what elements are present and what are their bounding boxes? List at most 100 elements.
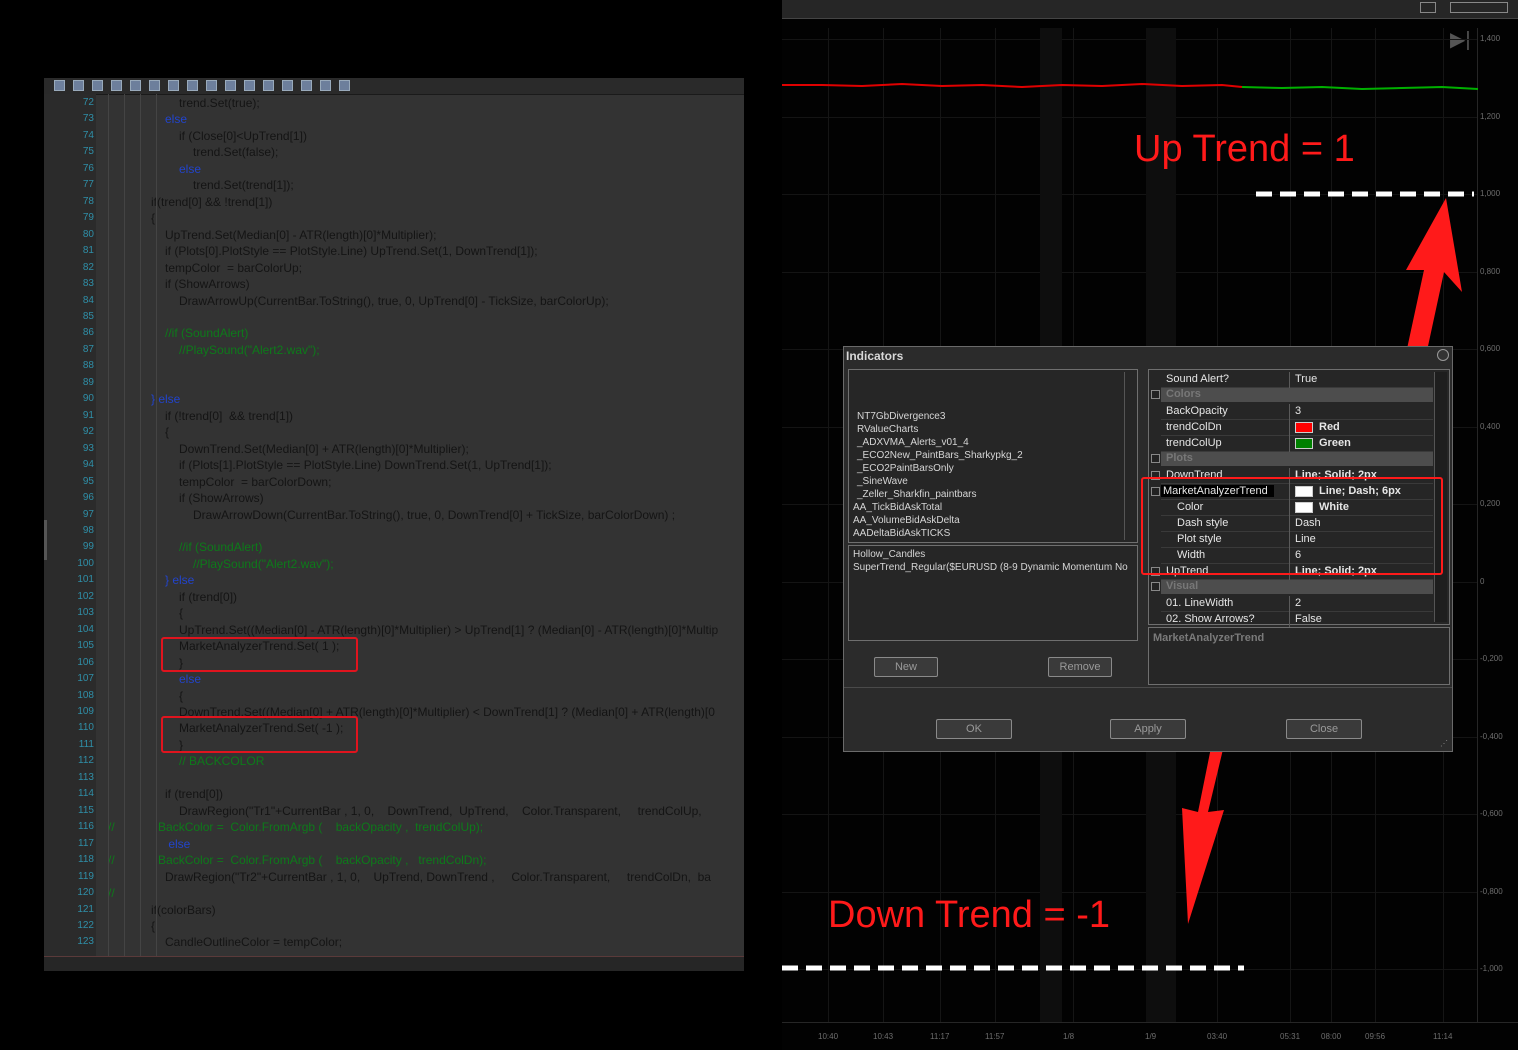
property-value[interactable]: True bbox=[1295, 373, 1317, 385]
find-replace-icon[interactable] bbox=[263, 80, 274, 91]
line-number: 122 bbox=[77, 920, 94, 931]
line-number: 111 bbox=[78, 738, 94, 750]
code-editor[interactable]: 72 73 74 75 76 77 78 79 80 81 82 83 84 85 86 87 88 89 90 91… bbox=[44, 78, 744, 970]
find-icon[interactable] bbox=[244, 80, 255, 91]
line-number: 106 bbox=[77, 656, 94, 668]
property-row[interactable]: Sound Alert? True bbox=[1161, 372, 1433, 388]
code-line: if (!trend[0] && trend[1]) bbox=[165, 408, 294, 423]
line-number: 103 bbox=[77, 607, 94, 619]
indent-guide bbox=[140, 94, 141, 970]
save-all-icon[interactable] bbox=[73, 80, 84, 91]
indicator-list-item[interactable]: RValueCharts bbox=[857, 423, 918, 436]
indicator-list-item[interactable]: AA_VolumeBidAskDelta bbox=[853, 514, 960, 527]
property-divider bbox=[1289, 404, 1290, 420]
line-number: 84 bbox=[82, 294, 94, 306]
line-number: 86 bbox=[82, 327, 94, 339]
property-row[interactable]: 02. Show Arrows? False bbox=[1161, 612, 1433, 628]
indicator-list-item[interactable]: AADeltaBidAskTICKS bbox=[853, 527, 950, 540]
property-value[interactable]: Green bbox=[1319, 437, 1351, 449]
indent-icon[interactable] bbox=[282, 80, 293, 91]
indicator-list-item[interactable]: _Zeller_Sharkfin_paintbars bbox=[857, 488, 977, 501]
undo-icon[interactable] bbox=[206, 80, 217, 91]
indent-guide bbox=[124, 94, 125, 970]
redo-icon[interactable] bbox=[225, 80, 236, 91]
applied-indicator-item[interactable]: SuperTrend_Regular($EURUSD (8-9 Dynamic … bbox=[853, 561, 1128, 574]
delete-icon[interactable] bbox=[187, 80, 198, 91]
highlight-box-plot bbox=[1141, 477, 1443, 575]
comment-icon[interactable] bbox=[320, 80, 331, 91]
paste-icon[interactable] bbox=[168, 80, 179, 91]
property-value[interactable]: Red bbox=[1319, 421, 1340, 433]
property-divider bbox=[1289, 596, 1290, 612]
cut-icon[interactable] bbox=[130, 80, 141, 91]
property-category[interactable]: Visual bbox=[1161, 580, 1433, 594]
property-value[interactable]: 2 bbox=[1295, 597, 1301, 609]
line-number: 117 bbox=[78, 837, 94, 849]
new-button[interactable]: New bbox=[874, 657, 938, 677]
code-line: //PlaySound("Alert2.wav"); bbox=[193, 556, 334, 571]
code-line: if(trend[0] && !trend[1]) bbox=[151, 194, 273, 209]
close-button[interactable]: Close bbox=[1286, 719, 1362, 739]
uncomment-icon[interactable] bbox=[339, 80, 350, 91]
editor-scrollbar[interactable] bbox=[44, 956, 744, 971]
property-value[interactable]: False bbox=[1295, 613, 1322, 625]
code-line: if (trend[0]) bbox=[165, 787, 224, 802]
property-divider bbox=[1289, 436, 1290, 452]
copy-icon[interactable] bbox=[149, 80, 160, 91]
line-number: 119 bbox=[78, 870, 94, 882]
save-icon[interactable] bbox=[54, 80, 65, 91]
outdent-icon[interactable] bbox=[301, 80, 312, 91]
code-line: if(colorBars) bbox=[151, 902, 216, 917]
indicator-list-item[interactable]: _ADXVMA_Alerts_v01_4 bbox=[857, 436, 969, 449]
indicator-list-item[interactable]: _ECO2PaintBarsOnly bbox=[857, 462, 954, 475]
code-line: if (trend[0]) bbox=[179, 589, 238, 604]
code-line: if (Close[0]<UpTrend[1]) bbox=[179, 128, 307, 143]
property-name: Sound Alert? bbox=[1166, 373, 1229, 385]
line-number: 89 bbox=[82, 376, 94, 388]
collapse-icon[interactable] bbox=[1151, 582, 1160, 591]
line-number: 91 bbox=[82, 409, 94, 421]
ok-button[interactable]: OK bbox=[936, 719, 1012, 739]
indicator-list-item[interactable]: NT7GbDivergence3 bbox=[857, 410, 945, 423]
collapse-icon[interactable] bbox=[1151, 390, 1160, 399]
property-row[interactable]: trendColUp Green bbox=[1161, 436, 1433, 452]
line-number: 82 bbox=[82, 261, 94, 273]
property-name: trendColUp bbox=[1166, 437, 1222, 449]
indicator-list-item[interactable]: _SineWave bbox=[857, 475, 908, 488]
line-number: 98 bbox=[82, 524, 94, 536]
property-divider bbox=[1289, 612, 1290, 628]
code-line: // BACKCOLOR bbox=[179, 754, 265, 769]
indicator-list-item[interactable]: _ECO2New_PaintBars_Sharkypkg_2 bbox=[857, 449, 1023, 462]
line-number: 120 bbox=[77, 887, 94, 899]
property-row[interactable]: 01. LineWidth 2 bbox=[1161, 596, 1433, 612]
property-row[interactable]: trendColDn Red bbox=[1161, 420, 1433, 436]
line-number: 78 bbox=[82, 195, 94, 207]
compile-icon[interactable] bbox=[92, 80, 103, 91]
property-row[interactable]: BackOpacity 3 bbox=[1161, 404, 1433, 420]
code-line: tempColor = barColorDown; bbox=[179, 474, 332, 489]
property-category[interactable]: Plots bbox=[1161, 452, 1433, 466]
property-name: 02. Show Arrows? bbox=[1166, 613, 1255, 625]
applied-indicator-item[interactable]: Hollow_Candles bbox=[853, 548, 925, 561]
applied-indicators-list[interactable]: Hollow_Candles SuperTrend_Regular($EURUSD… bbox=[848, 545, 1138, 641]
line-number: 72 bbox=[82, 97, 94, 108]
dialog-close-icon[interactable] bbox=[1437, 349, 1449, 361]
line-number: 121 bbox=[77, 903, 94, 915]
property-value[interactable]: 3 bbox=[1295, 405, 1301, 417]
resize-grip-icon[interactable]: ⋰ bbox=[1440, 739, 1448, 748]
collapse-icon[interactable] bbox=[1151, 454, 1160, 463]
line-number: 112 bbox=[78, 755, 94, 767]
print-icon[interactable] bbox=[111, 80, 122, 91]
line-number: 123 bbox=[77, 936, 94, 948]
indicators-dialog[interactable]: Indicators NT7GbDivergence3 RValueCharts _… bbox=[843, 346, 1453, 752]
available-indicators-list[interactable]: NT7GbDivergence3 RValueCharts _ADXVMA_Aler… bbox=[848, 369, 1138, 543]
line-number: 118 bbox=[78, 854, 94, 866]
remove-button[interactable]: Remove bbox=[1048, 657, 1112, 677]
code-line: if (Plots[1].PlotStyle == PlotStyle.Line… bbox=[179, 458, 552, 473]
apply-button[interactable]: Apply bbox=[1110, 719, 1186, 739]
list-scrollbar[interactable] bbox=[1124, 372, 1135, 540]
line-number: 105 bbox=[77, 640, 94, 652]
line-number: 73 bbox=[82, 113, 94, 125]
property-category[interactable]: Colors bbox=[1161, 388, 1433, 402]
indicator-list-item[interactable]: AA_TickBidAskTotal bbox=[853, 501, 942, 514]
